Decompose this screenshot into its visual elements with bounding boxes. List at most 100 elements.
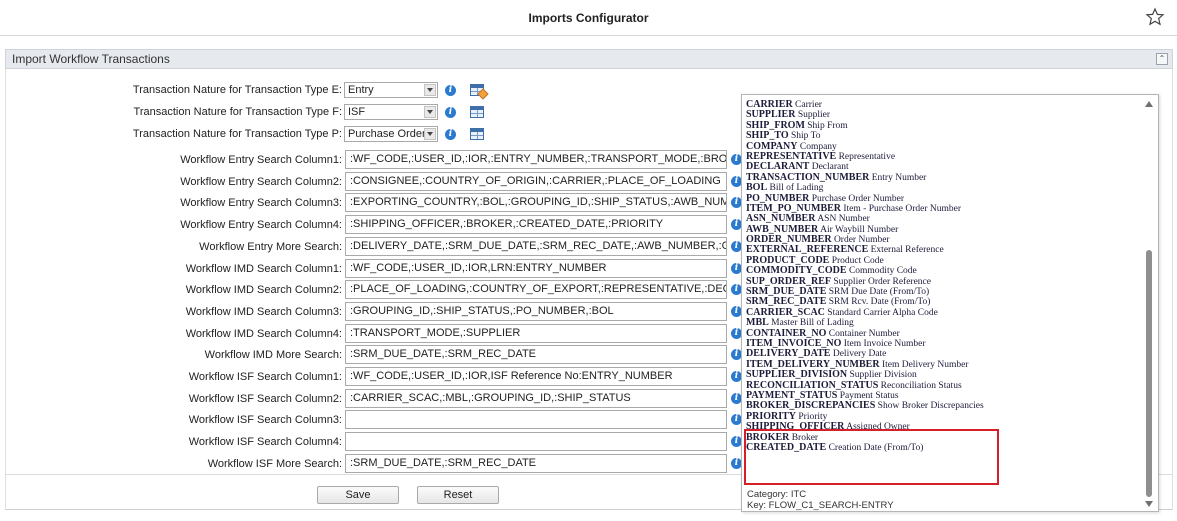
field-code: SUPPLIER_DIVISION (746, 369, 848, 381)
field-code: CARRIER (746, 99, 793, 110)
nature-select[interactable]: Purchase Order (344, 126, 438, 142)
chevron-down-icon (424, 84, 436, 96)
search-config-input[interactable]: :EXPORTING_COUNTRY,:BOL,:GROUPING_ID,:SH… (345, 193, 727, 212)
field-code: SRM_DUE_DATE (746, 286, 827, 298)
field-code: SHIP_TO (746, 130, 789, 142)
field-code: SUPPLIER (746, 109, 796, 121)
scrollbar-thumb[interactable] (1146, 250, 1152, 497)
field-list-item[interactable]: CARRIER Carrier (746, 99, 1146, 110)
field-code: EXTERNAL_REFERENCE (746, 244, 869, 256)
grid-edit-icon[interactable] (470, 84, 489, 100)
search-config-row: Workflow Entry Search Column2: (0, 173, 342, 191)
search-config-label: Workflow ISF Search Column2: (188, 393, 342, 405)
field-list-item[interactable]: BROKER_DISCREPANCIES Show Broker Discrep… (746, 400, 1146, 412)
search-config-label: Workflow Entry Search Column3: (180, 197, 342, 209)
field-code: DECLARANT (746, 161, 810, 173)
search-config-row: Workflow Entry Search Column4: (0, 216, 342, 234)
search-config-input[interactable]: :TRANSPORT_MODE,:SUPPLIER (345, 324, 727, 343)
info-icon[interactable]: i (445, 129, 456, 140)
search-config-input[interactable]: :WF_CODE,:USER_ID,:IOR,ISF Reference No:… (345, 367, 727, 386)
field-code: ITEM_DELIVERY_NUMBER (746, 358, 880, 370)
field-description: ASN Number (817, 214, 870, 225)
chevron-down-icon (424, 106, 436, 118)
nature-label: Transaction Nature for Transaction Type … (133, 106, 342, 118)
grid-icon[interactable] (470, 106, 484, 118)
search-config-row: Workflow IMD More Search: (0, 346, 342, 364)
info-icon[interactable]: i (445, 107, 456, 118)
search-config-row: Workflow ISF More Search: (0, 455, 342, 473)
search-config-label: Workflow IMD Search Column3: (185, 306, 342, 318)
field-description: SRM Due Date (From/To) (828, 287, 930, 298)
grid-icon[interactable] (470, 128, 484, 140)
field-code: ITEM_PO_NUMBER (746, 202, 841, 214)
field-code: PRIORITY (746, 410, 797, 422)
field-list-item[interactable]: SHIP_TO Ship To (746, 130, 1146, 142)
field-code: BOL (746, 182, 768, 194)
field-code: AWB_NUMBER (746, 223, 819, 235)
search-config-row: Workflow Entry Search Column1: (0, 151, 342, 169)
nature-label: Transaction Nature for Transaction Type … (132, 84, 342, 96)
field-code: PAYMENT_STATUS (746, 389, 838, 401)
field-list-item[interactable]: CARRIER_SCAC Standard Carrier Alpha Code (746, 307, 1146, 318)
field-code: SRM_REC_DATE (746, 296, 827, 308)
search-config-input[interactable]: :GROUPING_ID,:SHIP_STATUS,:PO_NUMBER,:BO… (345, 302, 727, 321)
field-list-item[interactable]: SUPPLIER Supplier (746, 109, 1146, 121)
field-code: SHIP_FROM (746, 119, 805, 131)
search-config-row: Workflow Entry More Search: (0, 238, 342, 256)
top-bar: Imports Configurator (0, 0, 1177, 36)
double-chevron-up-icon[interactable]: ⌃ (1156, 53, 1168, 65)
search-config-input[interactable] (345, 410, 727, 429)
nature-row: Transaction Nature for Transaction Type … (0, 81, 342, 99)
search-config-input[interactable]: :WF_CODE,:USER_ID,:IOR,LRN:ENTRY_NUMBER (345, 259, 727, 278)
field-description: Ship From (807, 120, 848, 131)
field-code: ASN_NUMBER (746, 213, 816, 225)
nature-select[interactable]: Entry (344, 82, 438, 98)
search-config-label: Workflow IMD Search Column2: (185, 284, 342, 296)
info-icon[interactable]: i (445, 85, 456, 96)
field-description: Entry Number (871, 172, 927, 183)
search-config-input[interactable]: :PLACE_OF_LOADING,:COUNTRY_OF_EXPORT,:RE… (345, 280, 727, 299)
search-config-input[interactable]: :SHIPPING_OFFICER,:BROKER,:CREATED_DATE,… (345, 215, 727, 234)
search-config-label: Workflow Entry More Search: (199, 241, 342, 253)
search-config-input[interactable]: :CONSIGNEE,:COUNTRY_OF_ORIGIN,:CARRIER,:… (345, 172, 727, 191)
scroll-up-arrow-icon[interactable] (1145, 101, 1153, 107)
search-config-input[interactable]: :CARRIER_SCAC,:MBL,:GROUPING_ID,:SHIP_ST… (345, 389, 727, 408)
nature-select-value: Purchase Order (348, 128, 426, 140)
field-code: BROKER_DISCREPANCIES (746, 400, 876, 412)
search-config-input[interactable] (345, 432, 727, 451)
star-outline-icon[interactable] (1145, 7, 1165, 27)
field-code: COMMODITY_CODE (746, 265, 847, 277)
search-config-row: Workflow ISF Search Column3: (0, 411, 342, 429)
search-config-input[interactable]: :SRM_DUE_DATE,:SRM_REC_DATE (345, 345, 727, 364)
field-code: PRODUCT_CODE (746, 254, 830, 266)
reset-button[interactable]: Reset (417, 486, 499, 504)
save-button[interactable]: Save (317, 486, 399, 504)
nature-row: Transaction Nature for Transaction Type … (0, 125, 342, 143)
search-config-label: Workflow IMD More Search: (204, 349, 342, 361)
field-code: MBL (746, 317, 769, 329)
search-config-input[interactable]: :DELIVERY_DATE,:SRM_DUE_DATE,:SRM_REC_DA… (345, 237, 727, 256)
field-code: PO_NUMBER (746, 192, 810, 204)
scroll-down-arrow-icon[interactable] (1145, 501, 1153, 507)
popup-category: Category: ITC (747, 489, 807, 500)
search-config-row: Workflow IMD Search Column3: (0, 303, 342, 321)
search-config-input[interactable]: :SRM_DUE_DATE,:SRM_REC_DATE (345, 454, 727, 473)
field-list-item[interactable]: SHIP_FROM Ship From (746, 119, 1146, 131)
field-code: DELIVERY_DATE (746, 348, 831, 360)
search-config-row: Workflow IMD Search Column2: (0, 281, 342, 299)
nature-select-value: Entry (348, 84, 374, 96)
search-config-label: Workflow ISF Search Column3: (188, 414, 342, 426)
field-description: Show Broker Discrepancies (877, 401, 984, 412)
nature-select[interactable]: ISF (344, 104, 438, 120)
field-description: Reconciliation Status (880, 380, 962, 391)
search-config-input[interactable]: :WF_CODE,:USER_ID,:IOR,:ENTRY_NUMBER,:TR… (345, 150, 727, 169)
field-list-item[interactable]: TRANSACTION_NUMBER Entry Number (746, 172, 1146, 183)
field-list: CARRIER Carrier SUPPLIER Supplier SHIP_FRO… (746, 99, 1146, 453)
search-config-label: Workflow IMD Search Column4: (185, 328, 342, 340)
field-code: SUP_ORDER_REF (746, 275, 832, 287)
field-description: External Reference (870, 245, 944, 256)
popup-key: Key: FLOW_C1_SEARCH-ENTRY (747, 500, 894, 511)
field-code: ITEM_INVOICE_NO (746, 337, 842, 349)
search-config-label: Workflow Entry Search Column4: (180, 219, 342, 231)
search-config-row: Workflow ISF Search Column2: (0, 390, 342, 408)
